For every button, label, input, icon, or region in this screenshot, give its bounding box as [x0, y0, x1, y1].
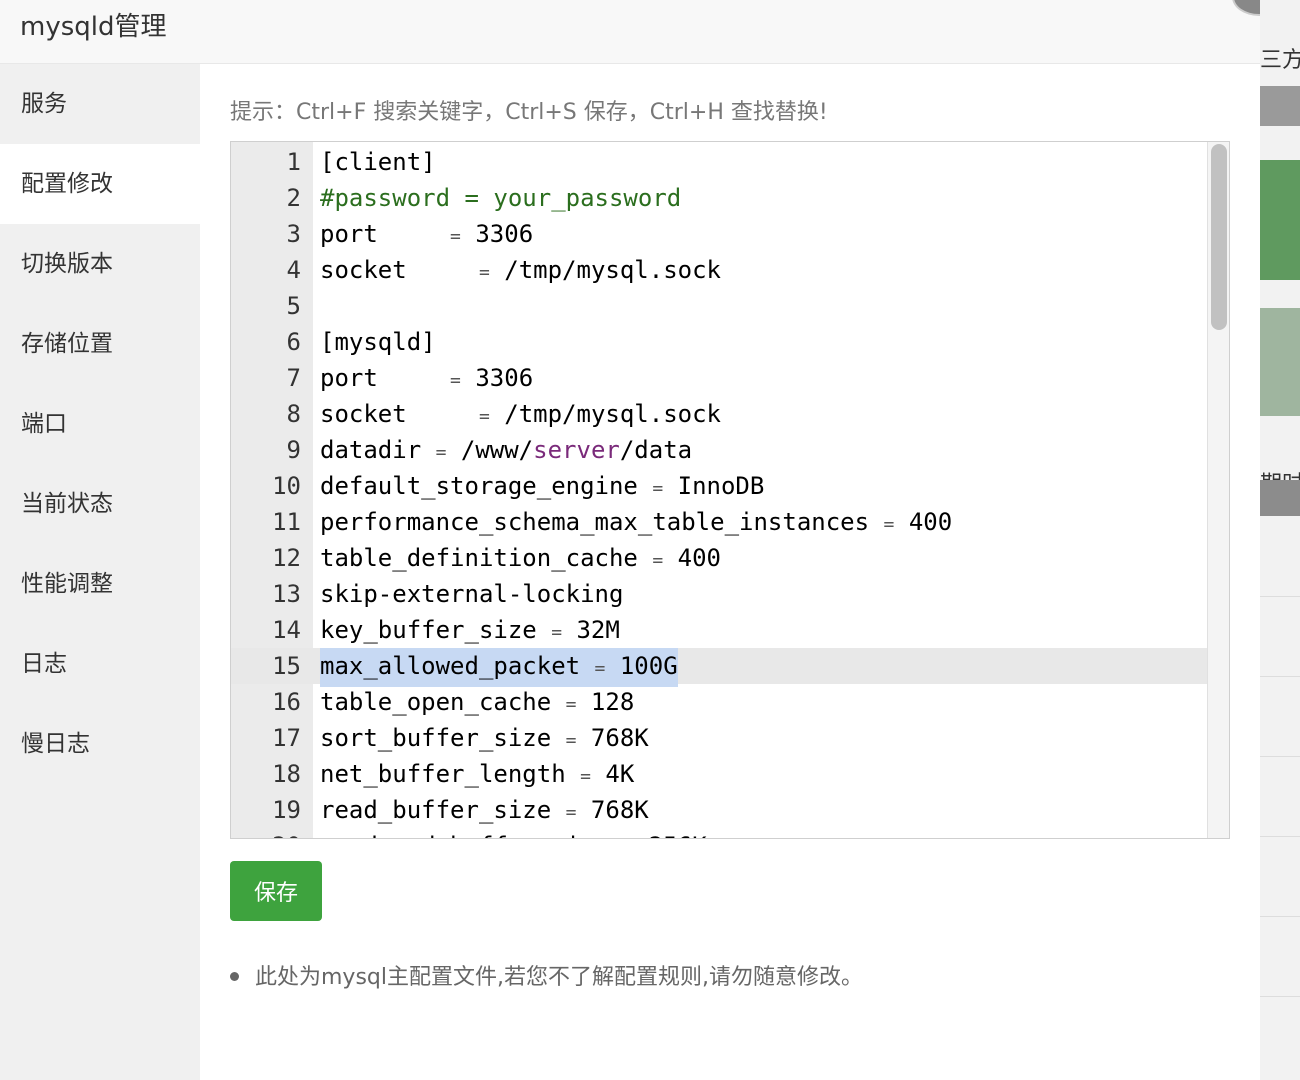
code-line[interactable]: 12 table_definition_cache = 400 [231, 540, 1207, 576]
line-text[interactable]: port = 3306 [320, 360, 533, 399]
line-number: 12 [272, 544, 301, 572]
sidebar-item-storage-location[interactable]: 存储位置 [0, 304, 200, 384]
background-band [1258, 86, 1300, 126]
divider [1258, 916, 1300, 917]
code-line[interactable]: 3 port = 3306 [231, 216, 1207, 252]
line-text[interactable]: [client] [320, 144, 436, 180]
line-text[interactable]: socket = /tmp/mysql.sock [320, 252, 721, 291]
background-band [1258, 480, 1300, 516]
code-line[interactable]: 19 read_buffer_size = 768K [231, 792, 1207, 828]
sidebar-item-logs[interactable]: 日志 [0, 624, 200, 704]
line-text[interactable]: sort_buffer_size = 768K [320, 720, 649, 759]
line-text[interactable]: socket = /tmp/mysql.sock [320, 396, 721, 435]
line-number: 20 [231, 828, 301, 838]
code-line[interactable]: 14 key_buffer_size = 32M [231, 612, 1207, 648]
background-page: 三方 期时 [1258, 0, 1300, 1080]
code-line[interactable]: 1 [client] [231, 144, 1207, 180]
line-text[interactable]: table_definition_cache = 400 [320, 540, 721, 579]
line-text[interactable]: skip-external-locking [320, 576, 623, 612]
code-line[interactable]: 11 performance_schema_max_table_instances… [231, 504, 1207, 540]
code-line[interactable]: 6 [mysqld] [231, 324, 1207, 360]
bullet-icon [230, 971, 239, 981]
line-number: 9 [286, 436, 301, 464]
sidebar-item-switch-version[interactable]: 切换版本 [0, 224, 200, 304]
code-line[interactable]: 10 default_storage_engine = InnoDB [231, 468, 1207, 504]
line-text[interactable]: performance_schema_max_table_instances =… [320, 504, 952, 543]
code-line[interactable]: 5 [231, 288, 1207, 324]
line-text[interactable]: datadir = /www/server/data [320, 432, 692, 471]
divider [1258, 596, 1300, 597]
sidebar-item-status[interactable]: 当前状态 [0, 464, 200, 544]
sidebar: 服务 配置修改 切换版本 存储位置 端口 当前状态 性能调整 日志 慢日志 [0, 64, 200, 1080]
line-text[interactable]: read_rnd_buffer_size = 256K [320, 828, 707, 838]
sidebar-item-port[interactable]: 端口 [0, 384, 200, 464]
line-number: 7 [286, 364, 301, 392]
code-lines[interactable]: 1 [client] 2 #password = your_password 3 port… [231, 142, 1207, 838]
line-number: 2 [286, 184, 301, 212]
line-number: 3 [286, 220, 301, 248]
divider [1258, 836, 1300, 837]
line-text[interactable]: default_storage_engine = InnoDB [320, 468, 764, 507]
line-text[interactable]: #password = your_password [320, 180, 681, 216]
code-line[interactable]: 13 skip-external-locking [231, 576, 1207, 612]
config-warning-note: 此处为mysql主配置文件,若您不了解配置规则,请勿随意修改。 [230, 959, 863, 991]
line-number: 15 [272, 652, 301, 680]
sidebar-item-slow-logs[interactable]: 慢日志 [0, 704, 200, 784]
line-text[interactable]: key_buffer_size = 32M [320, 612, 620, 651]
code-line[interactable]: 7 port = 3306 [231, 360, 1207, 396]
code-editor[interactable]: 1 [client] 2 #password = your_password 3 port… [230, 141, 1230, 839]
line-number: 17 [272, 724, 301, 752]
code-line[interactable]: 16 table_open_cache = 128 [231, 684, 1207, 720]
shortcut-tip: 提示：Ctrl+F 搜索关键字，Ctrl+S 保存，Ctrl+H 查找替换! [230, 100, 828, 125]
line-number: 4 [286, 256, 301, 284]
code-line[interactable]: 8 socket = /tmp/mysql.sock [231, 396, 1207, 432]
note-text: 此处为mysql主配置文件,若您不了解配置规则,请勿随意修改。 [255, 965, 863, 990]
divider [1258, 676, 1300, 677]
line-number: 19 [272, 796, 301, 824]
code-line[interactable]: 4 socket = /tmp/mysql.sock [231, 252, 1207, 288]
code-line[interactable]: 15 max_allowed_packet = 100G [231, 648, 1207, 687]
line-text[interactable]: table_open_cache = 128 [320, 684, 634, 723]
code-line[interactable]: 17 sort_buffer_size = 768K [231, 720, 1207, 756]
line-number: 6 [286, 328, 301, 356]
code-line[interactable]: 18 net_buffer_length = 4K [231, 756, 1207, 792]
background-text: 三方 [1260, 48, 1300, 73]
line-number: 13 [272, 580, 301, 608]
dialog-title: mysqld管理 [20, 12, 167, 42]
background-band [1258, 308, 1300, 416]
divider [1258, 996, 1300, 997]
line-number: 10 [272, 472, 301, 500]
line-number: 16 [272, 688, 301, 716]
line-text[interactable]: read_buffer_size = 768K [320, 792, 649, 831]
line-text[interactable]: max_allowed_packet = 100G [320, 648, 678, 687]
sidebar-item-performance[interactable]: 性能调整 [0, 544, 200, 624]
code-line[interactable]: 20 read_rnd_buffer_size = 256K [231, 828, 1207, 838]
code-line[interactable]: 9 datadir = /www/server/data [231, 432, 1207, 468]
line-number: 14 [272, 616, 301, 644]
line-text[interactable]: port = 3306 [320, 216, 533, 255]
line-text[interactable]: [mysqld] [320, 324, 436, 360]
scrollbar-thumb[interactable] [1211, 144, 1227, 330]
line-number: 18 [272, 760, 301, 788]
line-number: 1 [286, 148, 301, 176]
config-panel: 提示：Ctrl+F 搜索关键字，Ctrl+S 保存，Ctrl+H 查找替换! 1… [200, 64, 1260, 1080]
save-button[interactable]: 保存 [230, 861, 322, 921]
editor-scrollbar[interactable] [1207, 142, 1229, 838]
line-text[interactable]: net_buffer_length = 4K [320, 756, 634, 795]
line-number: 8 [286, 400, 301, 428]
line-number: 11 [272, 508, 301, 536]
dialog-header: mysqld管理 [0, 0, 1260, 64]
mysqld-manager-dialog: mysqld管理 服务 配置修改 切换版本 存储位置 端口 当前状态 性能调整 … [0, 0, 1260, 1080]
sidebar-item-config[interactable]: 配置修改 [0, 144, 200, 224]
sidebar-item-service[interactable]: 服务 [0, 64, 200, 144]
divider [1258, 756, 1300, 757]
code-line[interactable]: 2 #password = your_password [231, 180, 1207, 216]
background-band [1258, 160, 1300, 280]
line-number: 5 [286, 292, 301, 320]
